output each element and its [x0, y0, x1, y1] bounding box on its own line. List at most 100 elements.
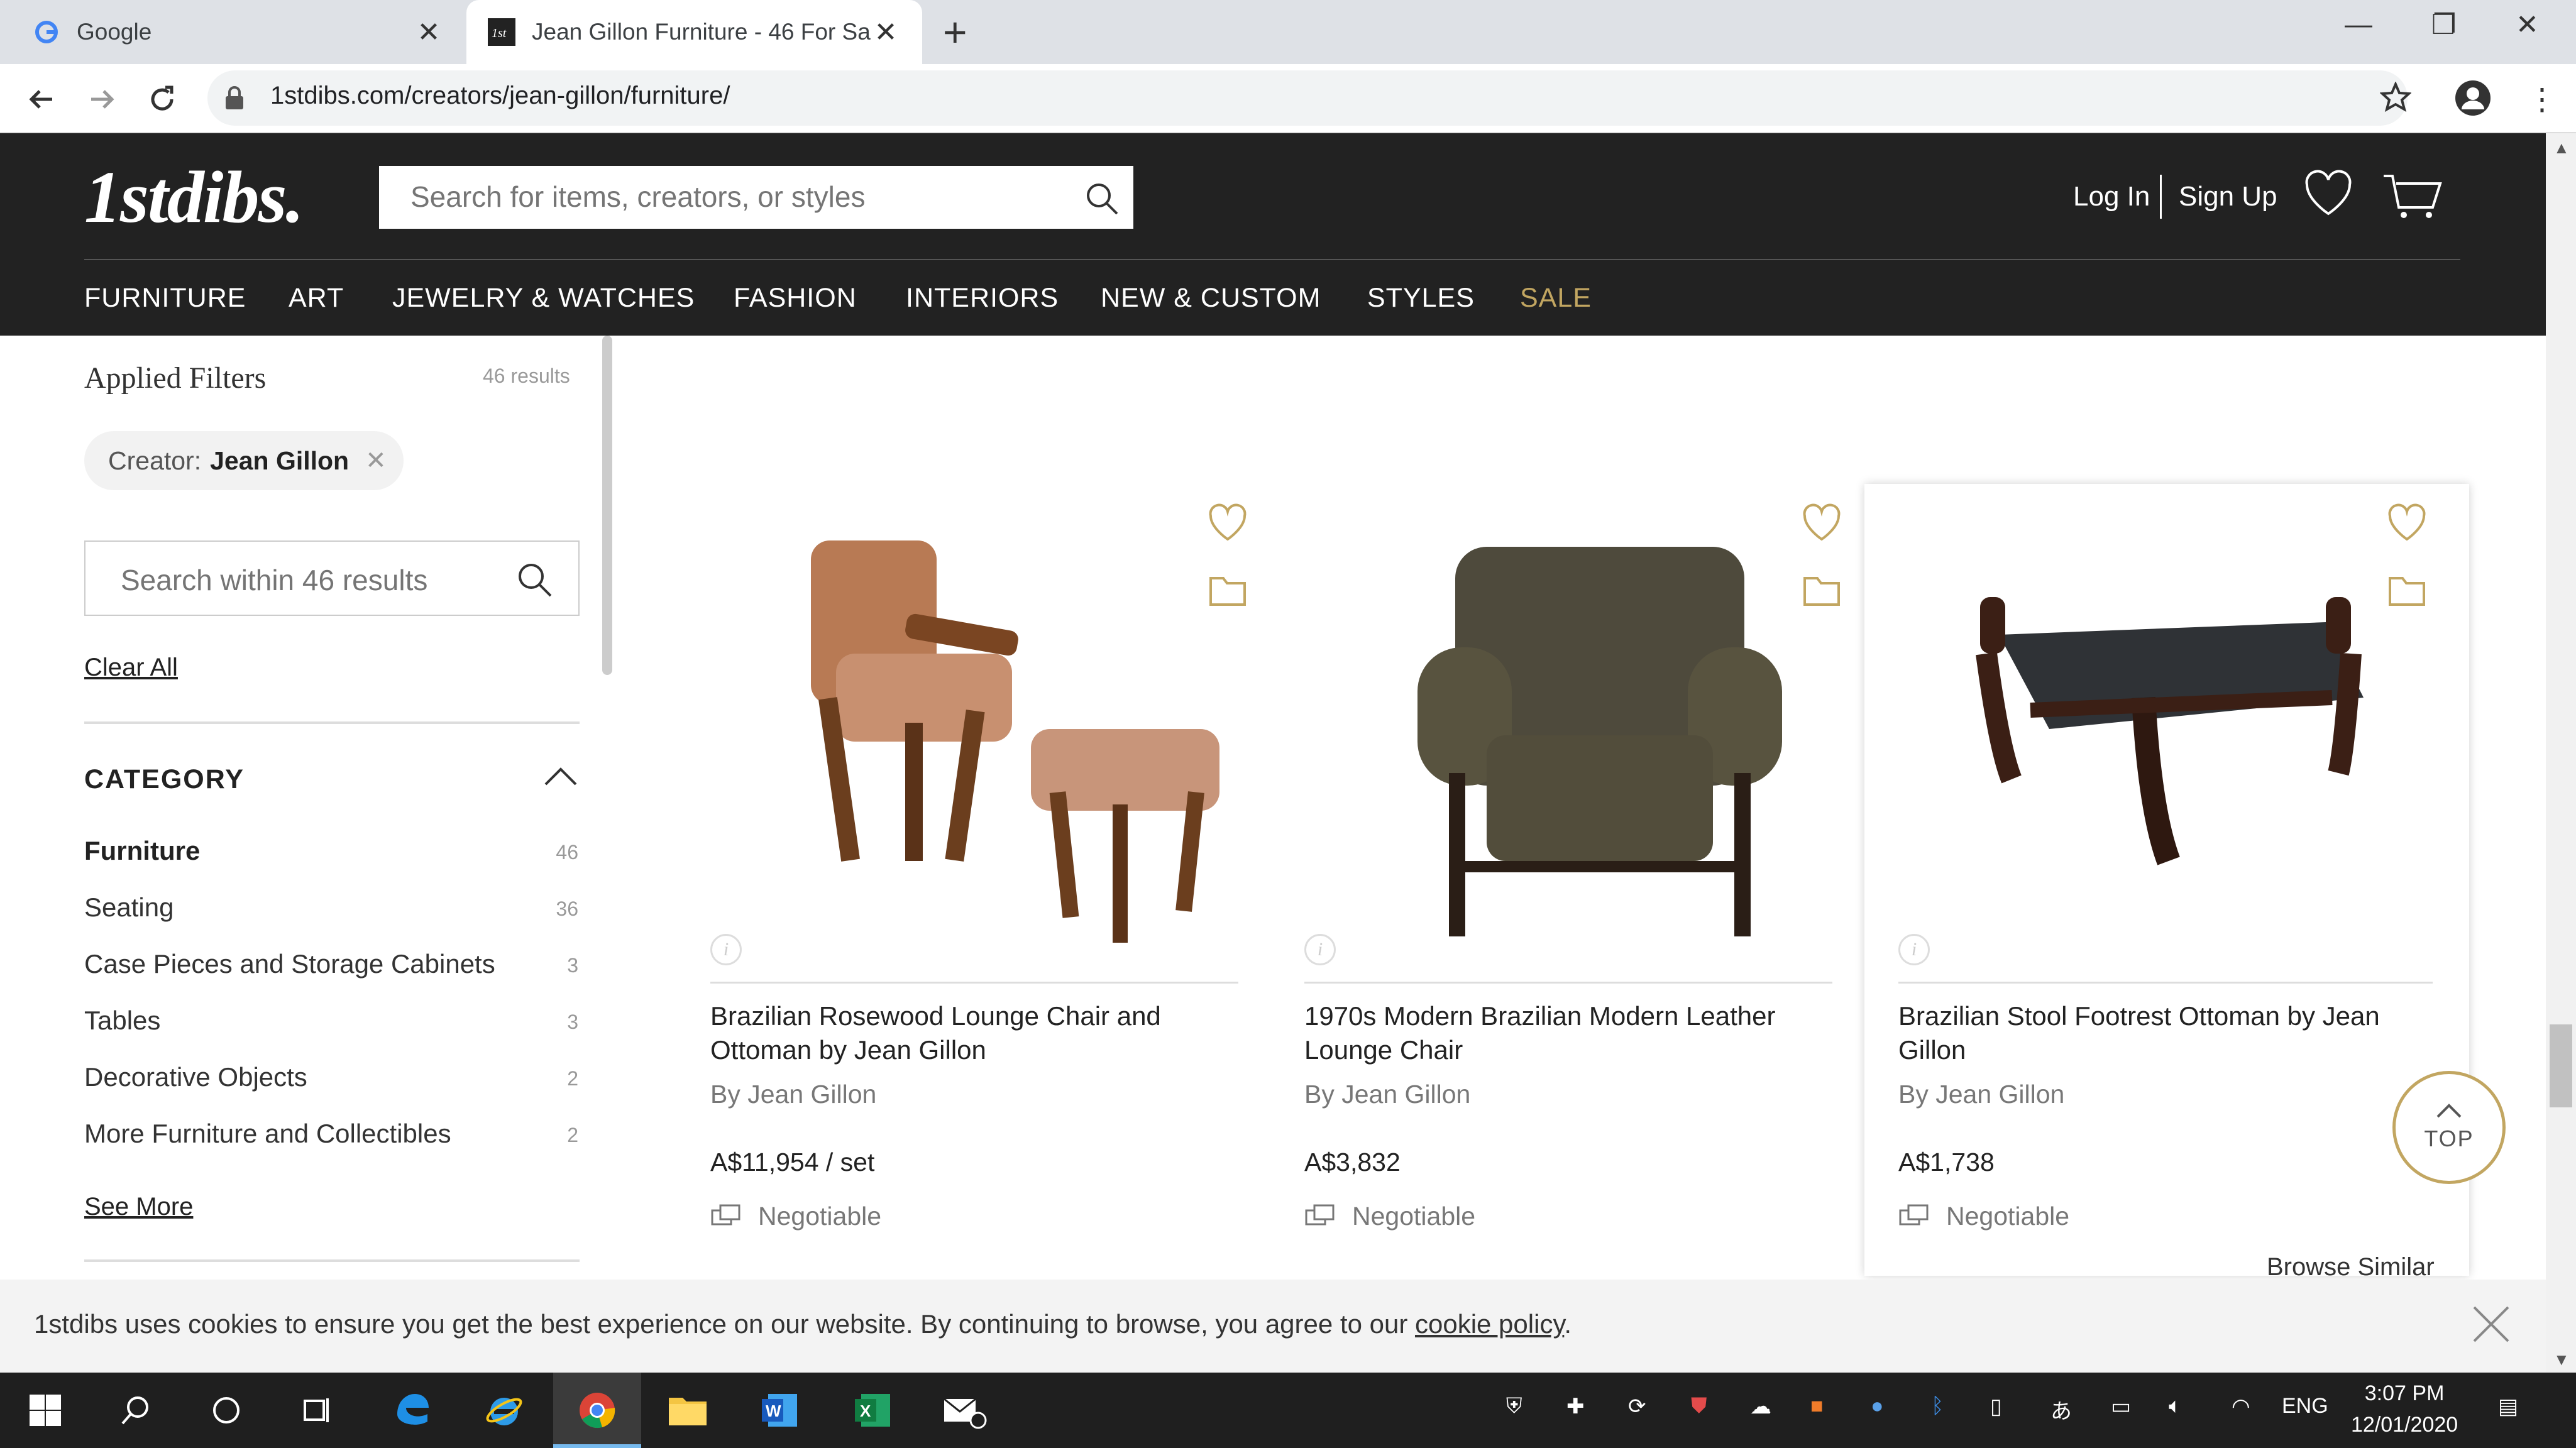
product-creator[interactable]: By Jean Gillon — [1898, 1080, 2064, 1109]
category-item-tables[interactable]: Tables — [84, 1006, 160, 1036]
remove-filter-icon[interactable]: ✕ — [365, 446, 387, 475]
category-item-case-pieces[interactable]: Case Pieces and Storage Cabinets — [84, 949, 495, 979]
edge-icon[interactable] — [390, 1388, 435, 1433]
excel-icon[interactable]: X — [850, 1388, 895, 1433]
nav-fashion[interactable]: FASHION — [734, 283, 857, 314]
search-icon[interactable] — [1084, 181, 1120, 216]
nav-art[interactable]: ART — [289, 283, 344, 314]
tray-chat-icon[interactable]: ● — [1871, 1394, 1884, 1418]
product-title[interactable]: Brazilian Stool Footrest Ottoman by Jean… — [1898, 999, 2414, 1067]
back-to-top-button[interactable]: TOP — [2392, 1071, 2506, 1184]
product-creator[interactable]: By Jean Gillon — [710, 1080, 876, 1109]
volume-icon[interactable]: 🔈︎ — [2169, 1394, 2181, 1418]
page-scrollbar[interactable] — [2546, 133, 2576, 1373]
cortana-icon[interactable] — [204, 1388, 249, 1433]
see-more-link[interactable]: See More — [84, 1193, 193, 1221]
minimize-icon[interactable]: — — [2345, 9, 2372, 40]
nav-furniture[interactable]: FURNITURE — [84, 283, 246, 314]
nav-interiors[interactable]: INTERIORS — [906, 283, 1059, 314]
browse-similar-link[interactable]: Browse Similar — [2267, 1253, 2435, 1281]
battery-icon[interactable]: ▭ — [2111, 1394, 2131, 1419]
cookie-policy-link[interactable]: cookie policy — [1415, 1309, 1564, 1339]
site-logo[interactable]: 1stdibs. — [84, 155, 304, 240]
scroll-up-arrow-icon[interactable]: ▲ — [2553, 138, 2570, 158]
lock-icon[interactable] — [224, 85, 245, 114]
favorite-heart-icon[interactable] — [2386, 503, 2428, 544]
category-item-decorative-objects[interactable]: Decorative Objects — [84, 1062, 307, 1092]
search-within-box[interactable] — [84, 540, 580, 616]
onedrive-icon[interactable]: ☁ — [1750, 1394, 1771, 1419]
profile-icon[interactable] — [2454, 79, 2492, 120]
word-icon[interactable]: W — [757, 1388, 802, 1433]
filter-chip-creator[interactable]: Creator: Jean Gillon ✕ — [84, 431, 404, 490]
product-card[interactable]: i 1970s Modern Brazilian Modern Leather … — [1304, 484, 1909, 1276]
tray-sync-icon[interactable]: ⟳ — [1628, 1394, 1646, 1419]
sidebar-scrollbar[interactable] — [602, 336, 612, 675]
page-scrollbar-thumb[interactable] — [2550, 1024, 2572, 1107]
restore-icon[interactable]: ❐ — [2431, 9, 2456, 41]
category-item-more-furniture[interactable]: More Furniture and Collectibles — [84, 1119, 451, 1149]
search-within-input[interactable] — [121, 563, 498, 597]
product-title[interactable]: 1970s Modern Brazilian Modern Leather Lo… — [1304, 999, 1832, 1067]
favorites-heart-icon[interactable] — [2303, 170, 2353, 221]
tab-google[interactable]: Google ✕ — [11, 0, 465, 64]
tray-app-icon[interactable]: ✚ — [1566, 1394, 1585, 1419]
close-tab-icon[interactable]: ✕ — [414, 16, 444, 48]
forward-icon[interactable] — [79, 77, 124, 122]
product-card[interactable]: i Brazilian Rosewood Lounge Chair and Ot… — [710, 484, 1315, 1276]
usb-icon[interactable]: ▯ — [1990, 1394, 2002, 1419]
login-link[interactable]: Log In — [2073, 181, 2150, 212]
product-card[interactable]: i Brazilian Stool Footrest Ottoman by Je… — [1864, 484, 2469, 1281]
bookmark-star-icon[interactable] — [2379, 80, 2412, 116]
language-indicator[interactable]: ENG — [2282, 1394, 2328, 1418]
scroll-down-arrow-icon[interactable]: ▼ — [2553, 1350, 2570, 1369]
product-creator[interactable]: By Jean Gillon — [1304, 1080, 1470, 1109]
taskbar-clock[interactable]: 3:07 PM 12/01/2020 — [2351, 1378, 2458, 1440]
ime-icon[interactable]: あ — [2050, 1394, 2072, 1425]
tray-orange-app-icon[interactable]: ■ — [1810, 1394, 1824, 1418]
category-heading[interactable]: CATEGORY — [84, 764, 245, 795]
tab-1stdibs[interactable]: 1st Jean Gillon Furniture - 46 For Sale … — [466, 0, 922, 64]
nav-new-custom[interactable]: NEW & CUSTOM — [1101, 283, 1321, 314]
product-image[interactable] — [1936, 509, 2414, 962]
search-icon[interactable] — [515, 561, 553, 598]
reload-icon[interactable] — [140, 77, 185, 122]
chrome-icon[interactable] — [575, 1388, 620, 1433]
clear-all-link[interactable]: Clear All — [84, 654, 178, 682]
site-search-input[interactable] — [410, 180, 1039, 214]
tray-shield-icon[interactable]: ⛊ — [1691, 1394, 1707, 1418]
search-icon[interactable] — [113, 1388, 158, 1433]
product-image[interactable] — [1361, 509, 1839, 962]
close-cookie-icon[interactable] — [2468, 1301, 2514, 1347]
nav-jewelry-watches[interactable]: JEWELRY & WATCHES — [392, 283, 695, 314]
bluetooth-icon[interactable]: ᛒ — [1931, 1394, 1944, 1418]
site-search[interactable] — [379, 166, 1133, 229]
tray-security-icon[interactable]: ⛨ — [1506, 1394, 1522, 1418]
close-tab-icon[interactable]: ✕ — [871, 16, 901, 48]
save-folder-icon[interactable] — [1207, 569, 1248, 611]
info-icon[interactable]: i — [710, 934, 742, 965]
save-folder-icon[interactable] — [2386, 569, 2428, 611]
url-text[interactable]: 1stdibs.com/creators/jean-gillon/furnitu… — [270, 82, 730, 110]
back-icon[interactable] — [19, 77, 64, 122]
wifi-icon[interactable]: ◠ — [2232, 1394, 2250, 1419]
product-title[interactable]: Brazilian Rosewood Lounge Chair and Otto… — [710, 999, 1238, 1067]
notification-icon[interactable]: ▤ — [2498, 1394, 2518, 1419]
close-window-icon[interactable]: ✕ — [2516, 9, 2539, 41]
nav-styles[interactable]: STYLES — [1367, 283, 1475, 314]
new-tab-button[interactable]: + — [943, 10, 967, 54]
menu-dots-icon[interactable]: ⋮ — [2527, 82, 2557, 117]
category-item-furniture[interactable]: Furniture — [84, 836, 200, 866]
mail-icon[interactable] — [942, 1388, 987, 1433]
chevron-up-icon[interactable] — [543, 764, 578, 790]
cart-icon[interactable] — [2382, 171, 2443, 224]
info-icon[interactable]: i — [1304, 934, 1336, 965]
nav-sale[interactable]: SALE — [1520, 283, 1592, 314]
internet-explorer-icon[interactable] — [482, 1388, 527, 1433]
windows-start-icon[interactable] — [23, 1388, 68, 1433]
favorite-heart-icon[interactable] — [1207, 503, 1248, 544]
product-image[interactable] — [767, 509, 1245, 962]
favorite-heart-icon[interactable] — [1801, 503, 1842, 544]
info-icon[interactable]: i — [1898, 934, 1930, 965]
category-item-seating[interactable]: Seating — [84, 892, 173, 923]
